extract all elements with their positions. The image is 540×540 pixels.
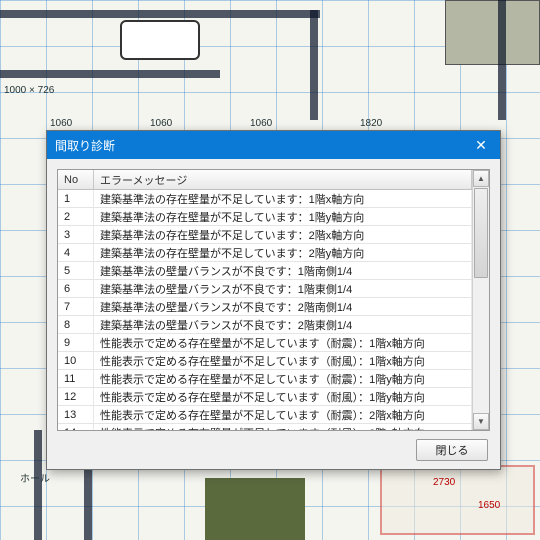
cell-message: 性能表示で定める存在壁量が不足しています（耐風）：2階x軸方向	[94, 424, 472, 430]
table-row[interactable]: 7建築基準法の壁量バランスが不良です：2階南側1/4	[58, 298, 472, 316]
close-dialog-button[interactable]: 閉じる	[416, 439, 488, 461]
cell-no: 13	[58, 406, 94, 423]
cell-no: 8	[58, 316, 94, 333]
col-header-no[interactable]: No	[58, 170, 94, 189]
cell-message: 性能表示で定める存在壁量が不足しています（耐震）：2階x軸方向	[94, 406, 472, 423]
table-row[interactable]: 8建築基準法の壁量バランスが不良です：2階東側1/4	[58, 316, 472, 334]
table-row[interactable]: 12性能表示で定める存在壁量が不足しています（耐風）：1階y軸方向	[58, 388, 472, 406]
cell-no: 5	[58, 262, 94, 279]
table-row[interactable]: 3建築基準法の存在壁量が不足しています：2階x軸方向	[58, 226, 472, 244]
dialog-footer: 閉じる	[47, 431, 500, 469]
cell-no: 2	[58, 208, 94, 225]
table-header: No エラーメッセージ	[58, 170, 472, 190]
chevron-up-icon: ▲	[477, 174, 485, 183]
cell-message: 性能表示で定める存在壁量が不足しています（耐風）：1階x軸方向	[94, 352, 472, 369]
close-icon: ✕	[475, 137, 487, 154]
dim-1060b: 1060	[150, 118, 172, 129]
cell-no: 1	[58, 190, 94, 207]
table-row[interactable]: 9性能表示で定める存在壁量が不足しています（耐震）：1階x軸方向	[58, 334, 472, 352]
cell-message: 性能表示で定める存在壁量が不足しています（耐震）：1階y軸方向	[94, 370, 472, 387]
dim-1060a: 1060	[50, 118, 72, 129]
table-row[interactable]: 11性能表示で定める存在壁量が不足しています（耐震）：1階y軸方向	[58, 370, 472, 388]
cell-message: 建築基準法の壁量バランスが不良です：2階南側1/4	[94, 298, 472, 315]
cell-message: 建築基準法の存在壁量が不足しています：2階x軸方向	[94, 226, 472, 243]
dim-1000x726: 1000 × 726	[4, 85, 54, 96]
scroll-down-button[interactable]: ▼	[473, 413, 489, 430]
table-row[interactable]: 6建築基準法の壁量バランスが不良です：1階東側1/4	[58, 280, 472, 298]
cell-message: 建築基準法の存在壁量が不足しています：1階y軸方向	[94, 208, 472, 225]
cell-message: 建築基準法の存在壁量が不足しています：2階y軸方向	[94, 244, 472, 261]
table-row[interactable]: 13性能表示で定める存在壁量が不足しています（耐震）：2階x軸方向	[58, 406, 472, 424]
cell-no: 9	[58, 334, 94, 351]
diagnosis-dialog: 間取り診断 ✕ No エラーメッセージ 1建築基準法の存在壁量が不足しています：…	[46, 130, 501, 470]
cell-message: 建築基準法の存在壁量が不足しています：1階x軸方向	[94, 190, 472, 207]
cell-message: 性能表示で定める存在壁量が不足しています（耐風）：1階y軸方向	[94, 388, 472, 405]
cell-no: 10	[58, 352, 94, 369]
dim-2730: 2730	[433, 477, 455, 488]
cell-no: 12	[58, 388, 94, 405]
error-table: No エラーメッセージ 1建築基準法の存在壁量が不足しています：1階x軸方向2建…	[57, 169, 490, 431]
cell-message: 建築基準法の壁量バランスが不良です：1階南側1/4	[94, 262, 472, 279]
table-body: 1建築基準法の存在壁量が不足しています：1階x軸方向2建築基準法の存在壁量が不足…	[58, 190, 472, 430]
dim-1650: 1650	[478, 500, 500, 511]
col-header-message[interactable]: エラーメッセージ	[94, 170, 472, 189]
dialog-titlebar[interactable]: 間取り診断 ✕	[47, 131, 500, 159]
cell-message: 性能表示で定める存在壁量が不足しています（耐震）：1階x軸方向	[94, 334, 472, 351]
cell-message: 建築基準法の壁量バランスが不良です：2階東側1/4	[94, 316, 472, 333]
table-row[interactable]: 2建築基準法の存在壁量が不足しています：1階y軸方向	[58, 208, 472, 226]
chevron-down-icon: ▼	[477, 417, 485, 426]
table-row[interactable]: 10性能表示で定める存在壁量が不足しています（耐風）：1階x軸方向	[58, 352, 472, 370]
cell-no: 4	[58, 244, 94, 261]
close-button-label: 閉じる	[436, 442, 469, 458]
dialog-title: 間取り診断	[55, 137, 115, 154]
cell-no: 14	[58, 424, 94, 430]
cell-no: 6	[58, 280, 94, 297]
table-row[interactable]: 4建築基準法の存在壁量が不足しています：2階y軸方向	[58, 244, 472, 262]
table-row[interactable]: 5建築基準法の壁量バランスが不良です：1階南側1/4	[58, 262, 472, 280]
cell-no: 7	[58, 298, 94, 315]
scroll-up-button[interactable]: ▲	[473, 170, 489, 187]
dim-1820: 1820	[360, 118, 382, 129]
table-row[interactable]: 14性能表示で定める存在壁量が不足しています（耐風）：2階x軸方向	[58, 424, 472, 430]
label-hall: ホール	[20, 470, 50, 485]
vertical-scrollbar[interactable]: ▲ ▼	[472, 170, 489, 430]
dim-1060c: 1060	[250, 118, 272, 129]
close-button[interactable]: ✕	[462, 131, 500, 159]
cell-message: 建築基準法の壁量バランスが不良です：1階東側1/4	[94, 280, 472, 297]
scrollbar-thumb[interactable]	[474, 188, 488, 278]
cell-no: 3	[58, 226, 94, 243]
cell-no: 11	[58, 370, 94, 387]
table-row[interactable]: 1建築基準法の存在壁量が不足しています：1階x軸方向	[58, 190, 472, 208]
